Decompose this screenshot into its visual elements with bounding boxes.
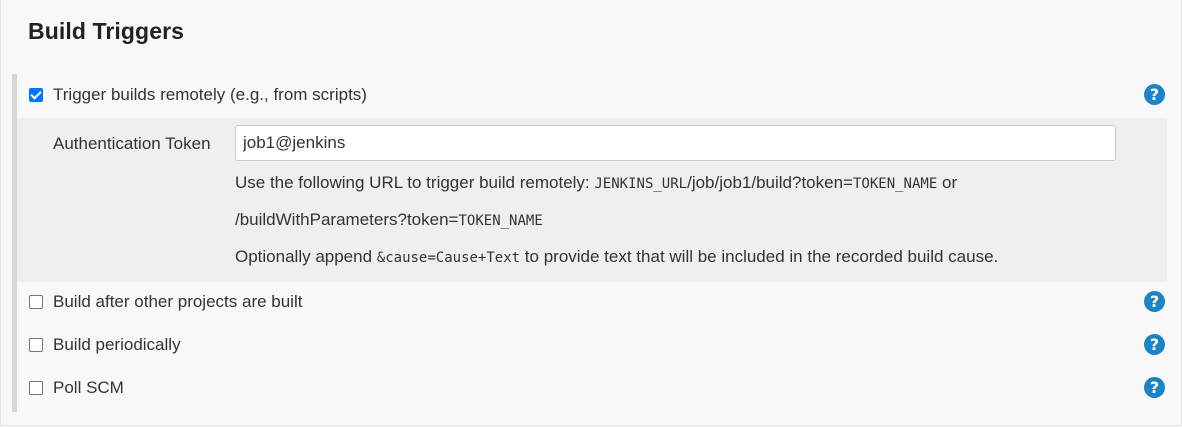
trigger-periodic-checkbox[interactable] xyxy=(29,338,43,352)
help-icon[interactable]: ? xyxy=(1144,291,1165,312)
token-name-code: TOKEN_NAME xyxy=(852,176,938,192)
help-icon[interactable]: ? xyxy=(1144,84,1165,105)
trigger-periodic-label[interactable]: Build periodically xyxy=(53,335,181,355)
build-triggers-panel: Build Triggers Trigger builds remotely (… xyxy=(0,0,1182,426)
section-title: Build Triggers xyxy=(28,18,185,44)
trigger-upstream-row: Build after other projects are built ? xyxy=(17,290,1167,314)
auth-token-input[interactable] xyxy=(235,125,1116,161)
trigger-remote-row: Trigger builds remotely (e.g., from scri… xyxy=(17,83,1167,107)
remote-trigger-options: Authentication Token Use the following U… xyxy=(17,118,1167,282)
help-icon[interactable]: ? xyxy=(1144,334,1165,355)
trigger-remote-checkbox[interactable] xyxy=(29,88,43,102)
help-icon[interactable]: ? xyxy=(1144,377,1165,398)
cause-param-code: &cause=Cause+Text xyxy=(376,250,521,266)
trigger-poll-scm-row: Poll SCM ? xyxy=(17,376,1167,400)
url-hint-line-1: Use the following URL to trigger build r… xyxy=(235,173,958,192)
trigger-periodic-row: Build periodically ? xyxy=(17,333,1167,357)
trigger-upstream-label[interactable]: Build after other projects are built xyxy=(53,292,302,312)
jenkins-url-code: JENKINS_URL xyxy=(594,176,688,192)
trigger-remote-label[interactable]: Trigger builds remotely (e.g., from scri… xyxy=(53,85,367,105)
url-hint-line-2: /buildWithParameters?token=TOKEN_NAME xyxy=(235,210,543,229)
cause-hint-line: Optionally append &cause=Cause+Text to p… xyxy=(235,247,999,266)
trigger-poll-scm-checkbox[interactable] xyxy=(29,381,43,395)
trigger-poll-scm-label[interactable]: Poll SCM xyxy=(53,378,124,398)
trigger-upstream-checkbox[interactable] xyxy=(29,295,43,309)
auth-token-label: Authentication Token xyxy=(53,134,211,153)
token-name-code: TOKEN_NAME xyxy=(458,213,543,229)
